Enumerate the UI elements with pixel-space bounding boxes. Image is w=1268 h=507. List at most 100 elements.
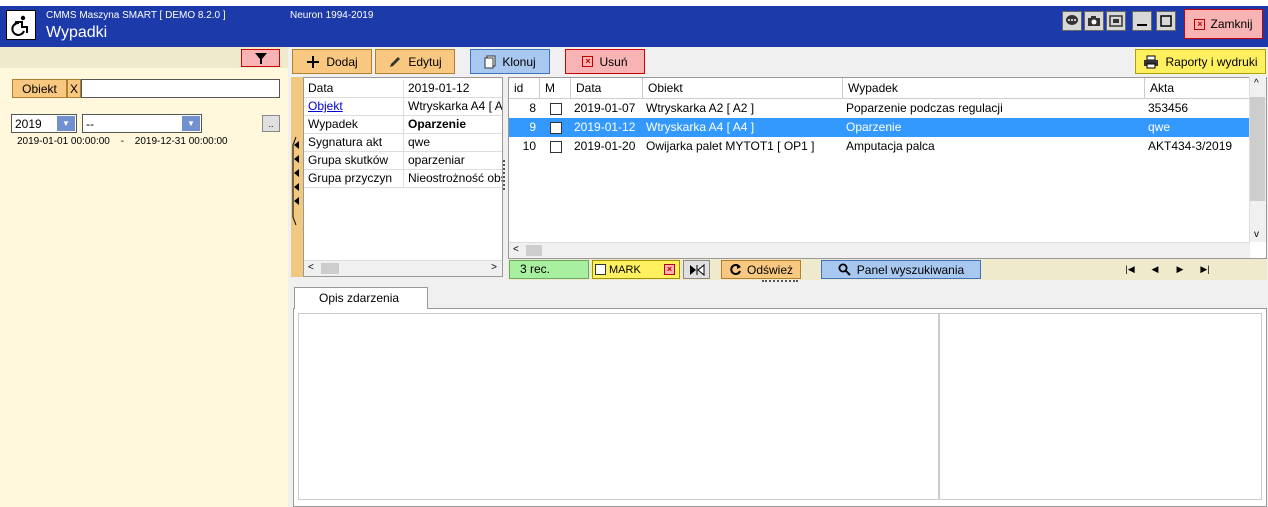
edit-label: Edytuj	[408, 54, 442, 69]
column-header-mark[interactable]: M	[540, 78, 571, 99]
month-select[interactable]: -- ▼	[82, 114, 202, 133]
row-date: 2019-01-07	[574, 101, 636, 115]
app-subtitle: Neuron 1994-2019	[290, 10, 374, 21]
search-panel-button[interactable]: Panel wyszukiwania	[821, 260, 981, 279]
swap-icon	[689, 263, 704, 276]
scroll-thumb[interactable]	[526, 245, 542, 256]
record-count: 3 rec.	[509, 260, 589, 279]
row-obiekt: Wtryskarka A2 [ A2 ]	[646, 101, 755, 115]
column-header-obiekt[interactable]: Obiekt	[643, 78, 843, 99]
scroll-down-icon[interactable]: v	[1254, 229, 1259, 240]
screen-icon[interactable]	[1106, 11, 1126, 31]
detail-collapse-handle[interactable]	[291, 77, 303, 277]
date-range-button[interactable]: ..	[262, 115, 280, 132]
row-checkbox[interactable]	[547, 137, 562, 156]
clone-label: Klonuj	[502, 54, 536, 69]
detail-value: Wtryskarka A4 [ A4 ]	[408, 99, 502, 113]
detail-row: Grupa przyczyn Nieostrożność obsługi	[304, 170, 502, 188]
printer-icon	[1144, 55, 1159, 68]
row-obiekt: Wtryskarka A4 [ A4 ]	[646, 120, 755, 134]
scroll-right-icon[interactable]: >	[491, 262, 497, 273]
obiekt-clear-button[interactable]: X	[67, 79, 81, 98]
row-obiekt: Owijarka palet MYTOT1 [ OP1 ]	[646, 139, 815, 153]
close-label: Zamknij	[1210, 17, 1253, 31]
obiekt-filter-button[interactable]: Obiekt	[12, 79, 67, 98]
chat-icon[interactable]	[1062, 11, 1082, 31]
vertical-scroll-thumb[interactable]	[1250, 97, 1265, 201]
splitter-handle[interactable]	[762, 280, 798, 283]
year-value: 2019	[15, 116, 42, 131]
refresh-icon	[730, 264, 741, 275]
next-record-icon[interactable]: ▶	[1169, 262, 1191, 277]
detail-row: Wypadek Oparzenie	[304, 116, 502, 134]
scroll-thumb[interactable]	[321, 263, 339, 274]
column-header-id[interactable]: id	[509, 78, 540, 99]
invert-selection-button[interactable]	[683, 260, 710, 279]
month-value: --	[86, 116, 94, 131]
row-wypadek: Amputacja palca	[846, 139, 935, 153]
row-id: 9	[529, 120, 536, 134]
detail-value: oparzeniar	[408, 153, 465, 167]
refresh-label: Odśwież	[746, 262, 793, 277]
tab-opis-zdarzenia[interactable]: Opis zdarzenia	[294, 287, 428, 309]
row-wypadek: Poparzenie podczas regulacji	[846, 101, 1003, 115]
pencil-icon	[390, 56, 401, 67]
date-to: 2019-12-31 00:00:00	[134, 136, 228, 147]
incidents-table: id M Data Obiekt Wypadek Akta 8 2019-01-…	[508, 77, 1267, 259]
detail-value: Oparzenie	[408, 117, 467, 131]
reports-button[interactable]: Raporty i wydruki	[1135, 49, 1266, 74]
detail-key: Wypadek	[304, 116, 404, 133]
first-record-icon[interactable]: |◀	[1119, 262, 1141, 277]
copy-icon	[484, 55, 496, 68]
row-akta: 353456	[1148, 101, 1189, 115]
chevron-down-icon: ▼	[57, 116, 75, 131]
year-select[interactable]: 2019 ▼	[11, 114, 77, 133]
add-button[interactable]: Dodaj	[292, 49, 372, 74]
mark-checkbox[interactable]	[595, 264, 606, 275]
date-from: 2019-01-01 00:00:00	[17, 136, 110, 147]
maximize-icon[interactable]	[1156, 11, 1176, 31]
mark-clear-icon[interactable]: ×	[664, 264, 675, 275]
date-range: 2019-01-01 00:00:00 - 2019-12-31 00:00:0…	[17, 136, 228, 147]
refresh-button[interactable]: Odśwież	[721, 260, 801, 279]
app-title: CMMS Maszyna SMART [ DEMO 8.2.0 ]	[46, 10, 226, 21]
description-text-area[interactable]	[298, 313, 939, 500]
detail-row: Sygnatura akt qwe	[304, 134, 502, 152]
scroll-left-icon[interactable]: <	[513, 244, 519, 255]
row-checkbox[interactable]	[547, 99, 562, 118]
add-label: Dodaj	[326, 54, 358, 69]
table-horizontal-scrollbar[interactable]: <	[509, 242, 1250, 258]
edit-button[interactable]: Edytuj	[375, 49, 455, 74]
splitter-handle[interactable]	[503, 160, 507, 190]
mark-filter[interactable]: MARK ×	[592, 260, 680, 279]
row-id: 10	[522, 139, 536, 153]
minimize-icon[interactable]	[1132, 11, 1152, 31]
row-date: 2019-01-12	[574, 120, 636, 134]
delete-button[interactable]: × Usuń	[565, 49, 645, 74]
detail-horizontal-scrollbar[interactable]: < >	[304, 260, 502, 276]
column-header-akta[interactable]: Akta	[1145, 78, 1250, 99]
close-button[interactable]: × Zamknij	[1184, 9, 1263, 39]
funnel-icon	[254, 52, 267, 64]
column-header-date[interactable]: Data	[571, 78, 643, 99]
scroll-left-icon[interactable]: <	[308, 262, 314, 273]
prev-record-icon[interactable]: ◀	[1144, 262, 1166, 277]
camera-icon[interactable]	[1084, 11, 1104, 31]
row-id: 8	[529, 101, 536, 115]
chevron-down-icon: ▼	[182, 116, 200, 131]
filter-button[interactable]	[241, 49, 280, 67]
close-icon: ×	[1194, 18, 1206, 30]
app-logo-icon	[6, 10, 36, 40]
reports-label: Raporty i wydruki	[1165, 54, 1258, 69]
row-checkbox[interactable]	[547, 118, 562, 137]
last-record-icon[interactable]: ▶|	[1194, 262, 1216, 277]
clone-button[interactable]: Klonuj	[470, 49, 550, 74]
row-wypadek: Oparzenie	[846, 120, 902, 134]
detail-key-link[interactable]: Objekt	[304, 98, 404, 115]
scroll-up-icon[interactable]: ^	[1254, 78, 1259, 89]
column-header-wypadek[interactable]: Wypadek	[843, 78, 1145, 99]
detail-row: Data 2019-01-12	[304, 80, 502, 98]
date-separator: -	[120, 136, 124, 147]
obiekt-input[interactable]	[81, 79, 280, 98]
detail-key: Grupa skutków	[304, 152, 404, 169]
